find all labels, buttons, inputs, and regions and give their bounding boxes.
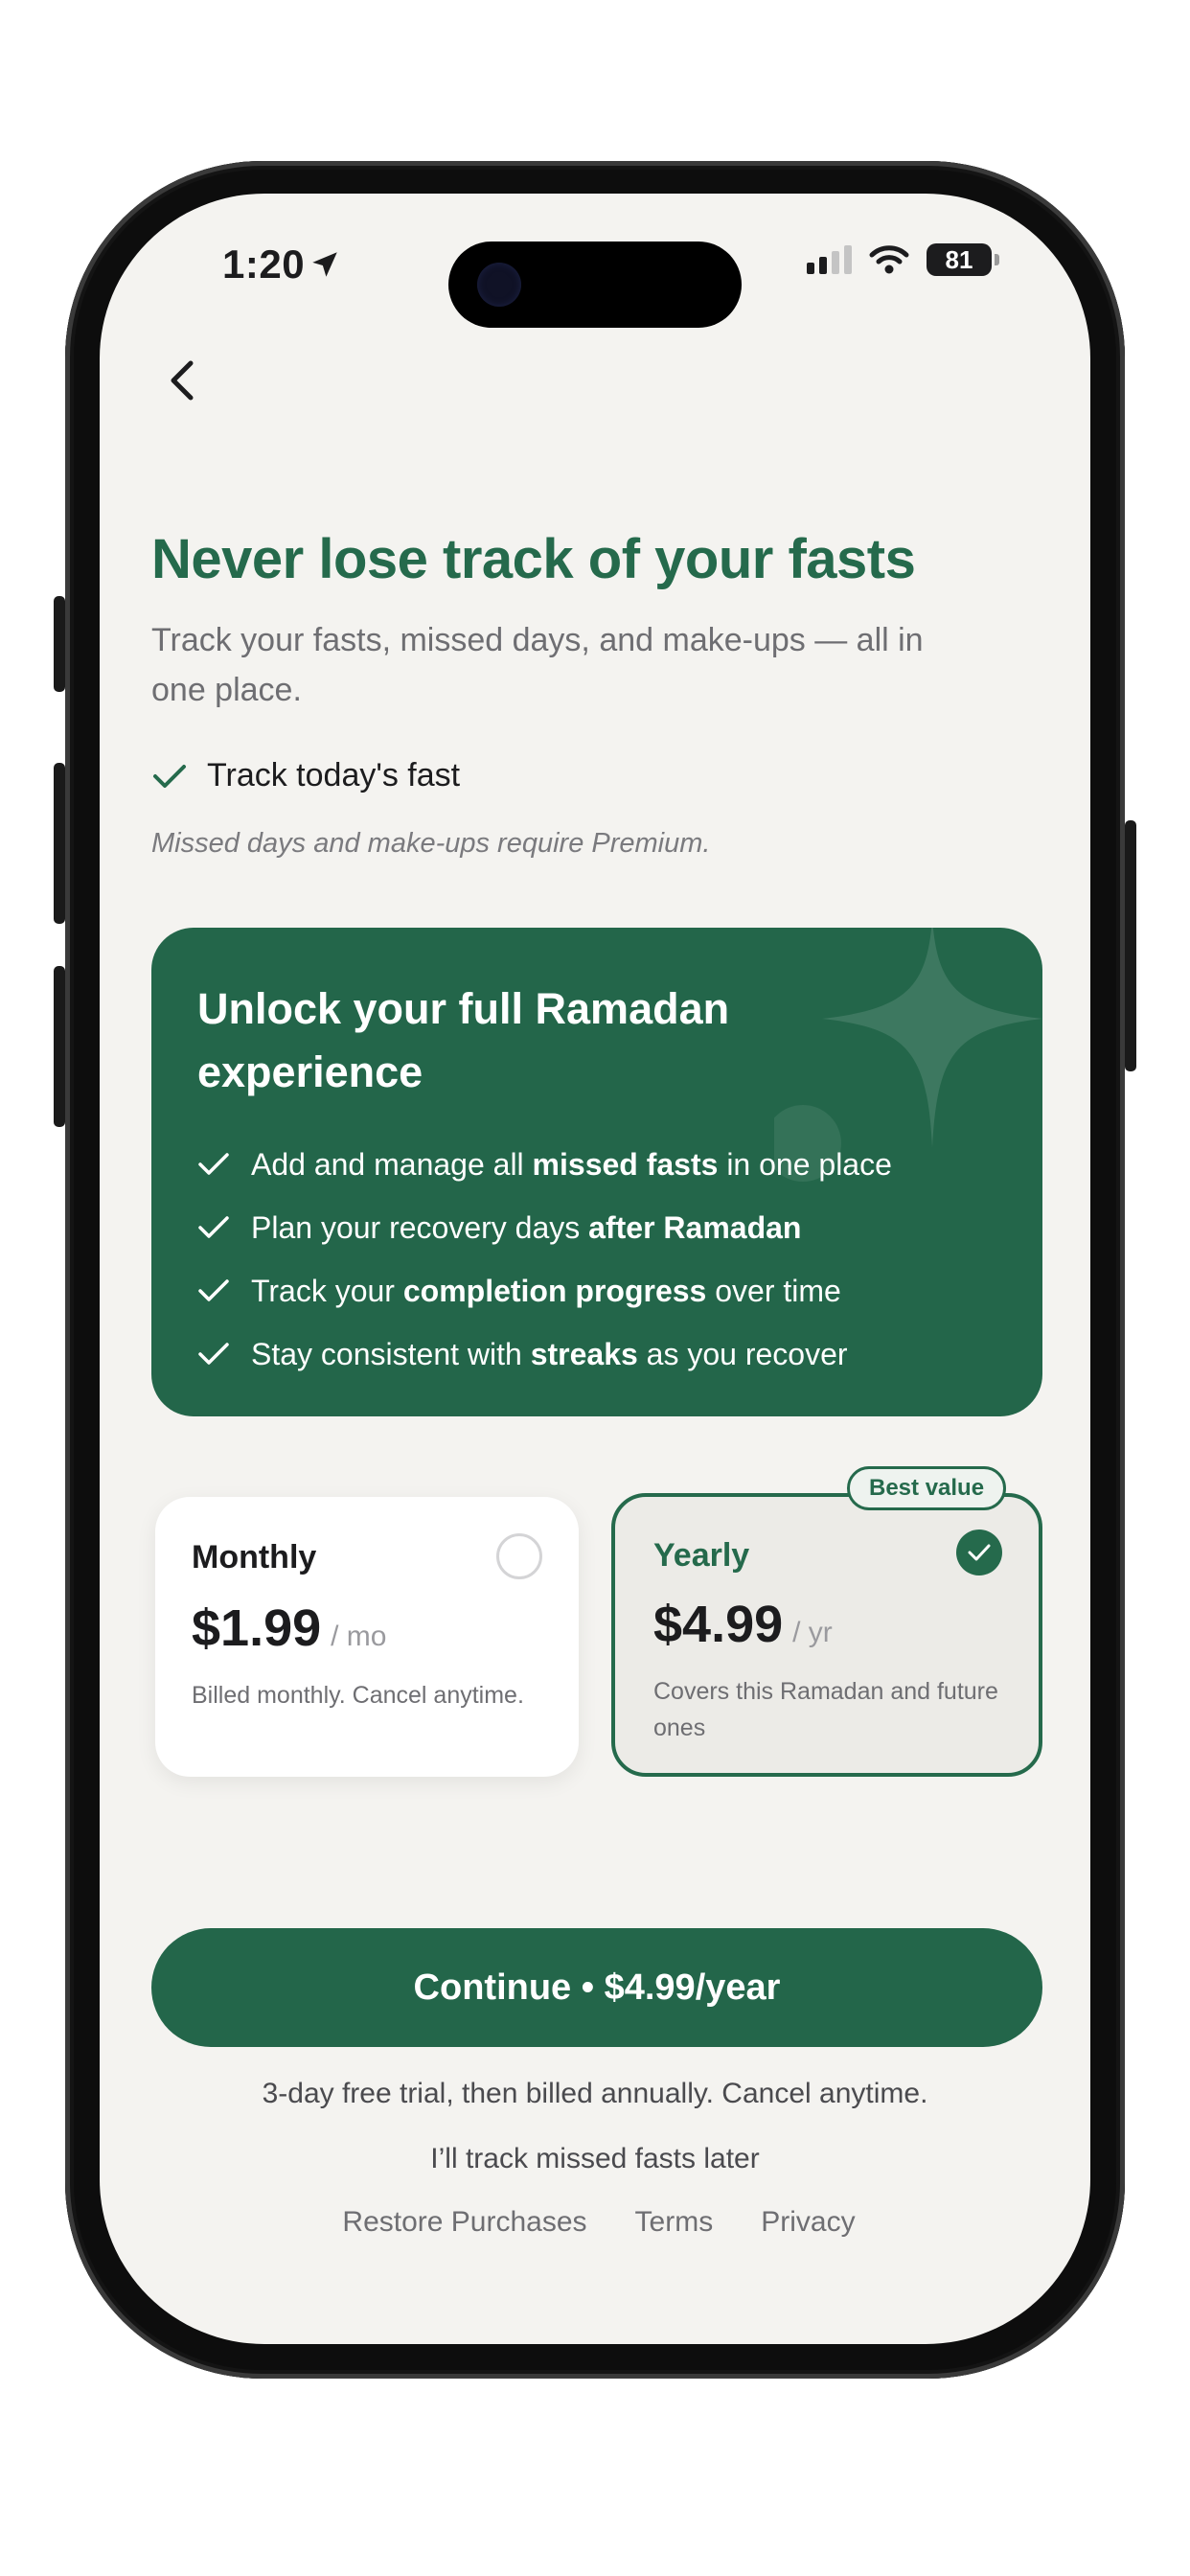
page-subtitle: Track your fasts, missed days, and make-… <box>151 622 924 708</box>
power-button <box>1125 820 1136 1071</box>
skip-link[interactable]: I’ll track missed fasts later <box>100 2143 1090 2175</box>
benefit-text: Add and manage all missed fasts in one p… <box>251 1146 892 1182</box>
radio-selected-icon[interactable] <box>956 1530 1002 1576</box>
status-time-text: 1:20 <box>222 242 306 287</box>
back-chevron-icon <box>171 360 194 401</box>
benefit-text: Stay consistent with streaks as you reco… <box>251 1336 848 1371</box>
premium-benefits-card: Unlock your full Ramadan experience Add … <box>151 928 1042 1416</box>
volume-up-button <box>54 763 65 924</box>
price-period: / yr <box>792 1617 833 1648</box>
benefit-item: Track your completion progress over time <box>197 1259 1042 1322</box>
plan-option-monthly[interactable]: Monthly $1.99 / mo Billed monthly. Cance… <box>155 1497 579 1777</box>
price-amount: $4.99 <box>653 1596 784 1653</box>
benefit-text: Plan your recovery days after Ramadan <box>251 1209 802 1245</box>
plan-name: Monthly <box>192 1539 317 1576</box>
location-arrow-icon <box>312 252 337 277</box>
status-bar-indicators: 81 <box>807 243 999 276</box>
price-amount: $1.99 <box>192 1599 322 1657</box>
plan-description: Covers this Ramadan and future ones <box>653 1678 998 1741</box>
premium-benefits-list: Add and manage all missed fasts in one p… <box>197 1133 1042 1386</box>
plan-price: $1.99 / mo <box>192 1598 387 1658</box>
check-icon <box>968 1544 991 1561</box>
premium-note: Missed days and make-ups require Premium… <box>151 828 711 859</box>
check-icon <box>198 1343 229 1365</box>
price-period: / mo <box>331 1621 387 1652</box>
check-icon <box>153 764 186 788</box>
plan-name: Yearly <box>653 1537 750 1574</box>
restore-purchases-link[interactable]: Restore Purchases <box>342 2206 586 2239</box>
best-value-badge: Best value <box>847 1466 1007 1510</box>
benefit-text: Track your completion progress over time <box>251 1273 841 1308</box>
wifi-icon <box>869 245 909 274</box>
status-bar-time: 1:20 <box>222 242 341 288</box>
benefit-item: Plan your recovery days after Ramadan <box>197 1196 1042 1259</box>
paywall-screen: 1:20 81 Never lose track of your fasts T… <box>100 194 1090 2344</box>
footer-links: Restore Purchases Terms Privacy <box>100 2206 1090 2239</box>
check-icon <box>198 1153 229 1175</box>
mute-switch <box>54 596 65 692</box>
privacy-link[interactable]: Privacy <box>761 2206 855 2239</box>
volume-down-button <box>54 966 65 1127</box>
back-button[interactable] <box>153 347 211 414</box>
benefit-item: Stay consistent with streaks as you reco… <box>197 1322 1042 1386</box>
premium-card-title: Unlock your full Ramadan experience <box>197 984 730 1096</box>
continue-button[interactable]: Continue • $4.99/year <box>151 1928 1042 2047</box>
terms-link[interactable]: Terms <box>635 2206 714 2239</box>
benefit-item: Add and manage all missed fasts in one p… <box>197 1133 1042 1196</box>
battery-level: 81 <box>945 244 973 274</box>
page-title: Never lose track of your fasts <box>151 528 916 590</box>
plan-option-yearly[interactable]: Yearly $4.99 / yr Covers this Ramadan an… <box>611 1493 1042 1777</box>
free-feature-label: Track today's fast <box>207 757 461 794</box>
check-icon <box>198 1216 229 1238</box>
check-icon <box>198 1279 229 1301</box>
dynamic-island <box>448 242 742 328</box>
trial-note: 3-day free trial, then billed annually. … <box>262 2078 928 2109</box>
free-feature-item: Track today's fast <box>151 757 460 794</box>
signal-icon <box>807 245 852 274</box>
plan-price: $4.99 / yr <box>653 1595 833 1654</box>
battery-icon: 81 <box>927 243 999 276</box>
front-camera <box>477 263 521 307</box>
radio-unselected-icon[interactable] <box>496 1533 542 1579</box>
plan-description: Billed monthly. Cancel anytime. <box>192 1682 524 1709</box>
